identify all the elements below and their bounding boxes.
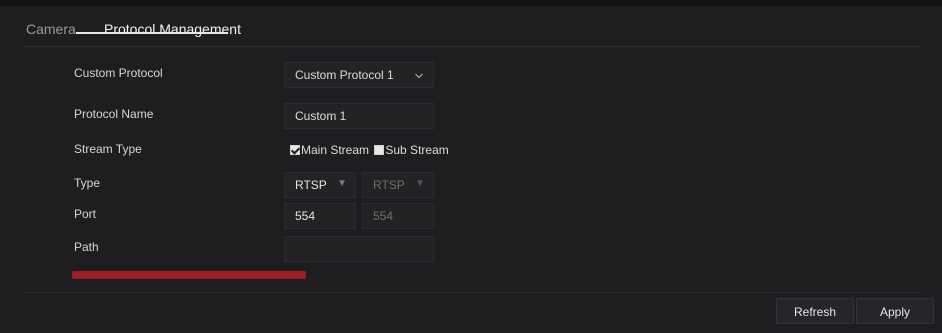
main-stream-option[interactable]: Main Stream bbox=[290, 143, 369, 157]
type-label: Type bbox=[74, 176, 101, 190]
stream-type-row: Stream Type Main Stream Sub Stream bbox=[0, 138, 942, 164]
refresh-button[interactable]: Refresh bbox=[776, 298, 854, 324]
custom-protocol-value: Custom Protocol 1 bbox=[295, 68, 394, 82]
apply-button[interactable]: Apply bbox=[856, 298, 934, 324]
tab-camera[interactable]: Camera bbox=[26, 14, 76, 44]
custom-protocol-row: Custom Protocol Custom Protocol 1 bbox=[0, 62, 942, 88]
main-stream-type-select[interactable]: RTSP ▼ bbox=[284, 172, 356, 198]
protocol-name-input[interactable] bbox=[284, 103, 434, 129]
sub-stream-checkbox[interactable] bbox=[374, 145, 385, 155]
caret-down-icon: ▼ bbox=[415, 178, 425, 189]
tab-divider bbox=[24, 46, 920, 47]
main-stream-type-value: RTSP bbox=[295, 178, 327, 192]
bottom-divider bbox=[24, 292, 920, 293]
sub-stream-type-value: RTSP bbox=[373, 178, 405, 192]
sub-stream-type-select[interactable]: RTSP ▼ bbox=[362, 172, 434, 198]
caret-down-icon: ▼ bbox=[337, 178, 347, 189]
stream-type-checkboxes: Main Stream Sub Stream bbox=[290, 143, 451, 159]
custom-protocol-select[interactable]: Custom Protocol 1 bbox=[284, 62, 434, 88]
top-strip bbox=[0, 0, 942, 6]
port-row: Port bbox=[0, 203, 942, 229]
main-stream-checkbox[interactable] bbox=[290, 145, 300, 155]
main-stream-label: Main Stream bbox=[301, 143, 370, 157]
path-example-text bbox=[72, 271, 306, 279]
custom-protocol-label: Custom Protocol bbox=[74, 66, 163, 80]
sub-stream-label: Sub Stream bbox=[385, 143, 449, 157]
sub-stream-option[interactable]: Sub Stream bbox=[374, 143, 449, 157]
stream-type-label: Stream Type bbox=[74, 142, 142, 156]
path-row: Path bbox=[0, 236, 942, 262]
port-label: Port bbox=[74, 207, 97, 221]
sub-stream-port-input[interactable] bbox=[362, 203, 434, 229]
chevron-down-icon bbox=[415, 73, 423, 79]
main-stream-port-input[interactable] bbox=[284, 203, 356, 229]
tab-protocol-management[interactable]: Protocol Management bbox=[104, 14, 241, 44]
protocol-name-row: Protocol Name bbox=[0, 103, 942, 129]
path-input[interactable] bbox=[284, 236, 434, 262]
active-tab-indicator bbox=[76, 32, 228, 34]
type-row: Type RTSP ▼ RTSP ▼ bbox=[0, 172, 942, 198]
protocol-management-page: Camera Protocol Management Custom Protoc… bbox=[0, 0, 942, 333]
path-label: Path bbox=[74, 240, 99, 254]
protocol-name-label: Protocol Name bbox=[74, 107, 154, 121]
